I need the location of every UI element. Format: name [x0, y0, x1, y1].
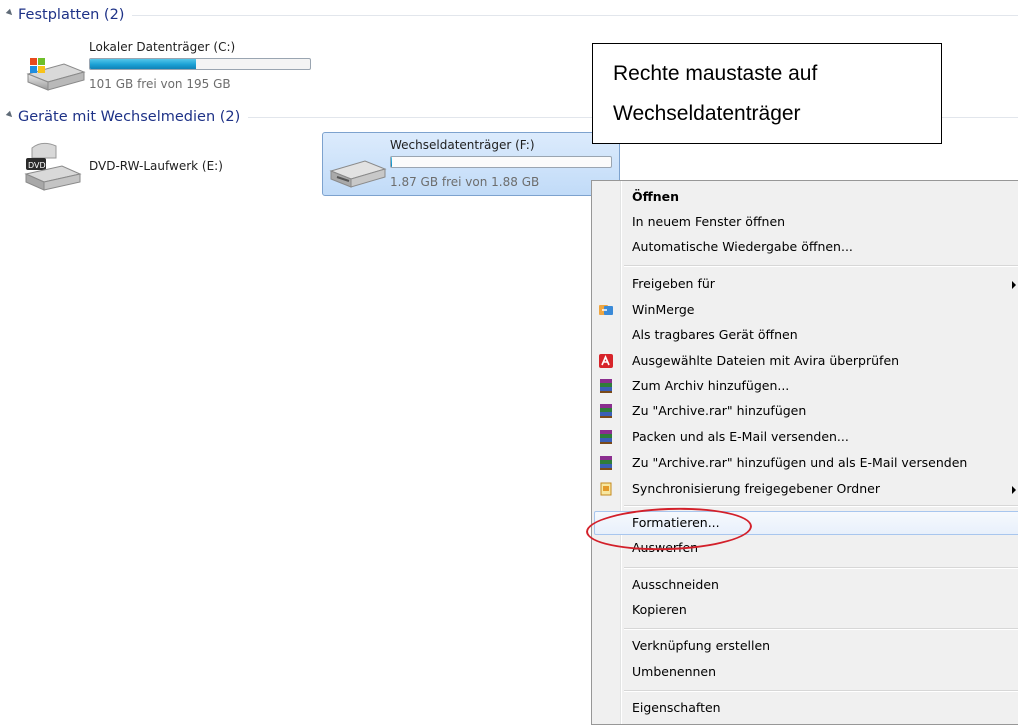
menu-item-label: WinMerge	[632, 302, 695, 317]
dvd-badge: DVD	[28, 161, 46, 170]
menu-item-cut[interactable]: Ausschneiden	[594, 573, 1018, 597]
menu-item-open-new-window[interactable]: In neuem Fenster öffnen	[594, 210, 1018, 234]
drive-free-space: 101 GB frei von 195 GB	[89, 77, 231, 91]
menu-separator	[624, 628, 1018, 630]
menu-item-rename[interactable]: Umbenennen	[594, 660, 1018, 684]
menu-item-properties[interactable]: Eigenschaften	[594, 696, 1018, 720]
drive-name: Wechseldatenträger (F:)	[390, 138, 535, 152]
menu-separator	[624, 690, 1018, 692]
usb-drive-icon	[329, 160, 387, 188]
menu-item-avira-scan[interactable]: Ausgewählte Dateien mit Avira überprüfen	[594, 349, 1018, 373]
menu-separator	[624, 265, 1018, 267]
callout-line-1: Rechte maustaste auf	[613, 62, 818, 85]
disk-usage-fill	[90, 59, 196, 69]
winmerge-icon	[599, 305, 613, 315]
menu-item-label: Ausschneiden	[632, 577, 719, 592]
menu-item-autoplay[interactable]: Automatische Wiedergabe öffnen...	[594, 235, 1018, 259]
menu-item-winmerge[interactable]: WinMerge	[594, 298, 1018, 322]
menu-item-label: Eigenschaften	[632, 700, 721, 715]
menu-item-label: Als tragbares Gerät öffnen	[632, 327, 798, 342]
drive-name: Lokaler Datenträger (C:)	[89, 40, 236, 54]
disk-usage-bar	[390, 156, 612, 168]
menu-item-label: Automatische Wiedergabe öffnen...	[632, 239, 853, 254]
drive-item-removable-f[interactable]: Wechseldatenträger (F:) 1.87 GB frei von…	[322, 132, 620, 196]
drive-free-space: 1.87 GB frei von 1.88 GB	[390, 175, 540, 189]
menu-item-add-to-archive[interactable]: Zum Archiv hinzufügen...	[594, 374, 1018, 398]
menu-item-label: Zu "Archive.rar" hinzufügen	[632, 403, 807, 418]
menu-item-add-rar-and-email[interactable]: Zu "Archive.rar" hinzufügen und als E-Ma…	[594, 451, 1018, 475]
sync-folder-icon	[600, 482, 612, 496]
drive-name: DVD-RW-Laufwerk (E:)	[89, 159, 223, 173]
menu-item-label: Verknüpfung erstellen	[632, 638, 771, 653]
menu-item-share-with[interactable]: Freigeben für	[594, 272, 1018, 296]
menu-item-open[interactable]: Öffnen	[594, 185, 1018, 209]
menu-separator	[624, 567, 1018, 569]
winrar-icon	[600, 430, 612, 444]
menu-item-label: Packen und als E-Mail versenden...	[632, 429, 849, 444]
submenu-arrow-icon	[1012, 281, 1016, 289]
menu-item-label: Freigeben für	[632, 276, 715, 291]
menu-item-copy[interactable]: Kopieren	[594, 598, 1018, 622]
menu-item-sync-shared-folders[interactable]: Synchronisierung freigegebener Ordner	[594, 477, 1018, 501]
callout-line-2: Wechseldatenträger	[613, 102, 801, 125]
hard-drive-icon	[26, 58, 86, 91]
context-menu: Öffnen In neuem Fenster öffnen Automatis…	[591, 180, 1018, 725]
menu-item-open-portable[interactable]: Als tragbares Gerät öffnen	[594, 323, 1018, 347]
group-title: Geräte mit Wechselmedien (2)	[18, 106, 249, 128]
drive-item-dvd-e[interactable]: DVD DVD-RW-Laufwerk (E:)	[0, 130, 310, 200]
menu-separator	[624, 505, 1018, 507]
menu-item-label: Umbenennen	[632, 664, 717, 679]
avira-icon	[599, 354, 613, 368]
disk-usage-bar	[89, 58, 311, 70]
menu-item-label: In neuem Fenster öffnen	[632, 214, 786, 229]
winrar-icon	[600, 379, 612, 393]
menu-item-label: Synchronisierung freigegebener Ordner	[632, 481, 880, 496]
winrar-icon	[600, 404, 612, 418]
menu-item-add-to-archive-rar[interactable]: Zu "Archive.rar" hinzufügen	[594, 399, 1018, 423]
annotation-callout: Rechte maustaste auf Wechseldatenträger	[592, 43, 942, 144]
menu-item-label: Kopieren	[632, 602, 687, 617]
menu-item-label: Zum Archiv hinzufügen...	[632, 378, 790, 393]
menu-item-label: Ausgewählte Dateien mit Avira überprüfen	[632, 353, 900, 368]
submenu-arrow-icon	[1012, 486, 1016, 494]
drive-item-local-c[interactable]: Lokaler Datenträger (C:) 101 GB frei von…	[0, 0, 330, 100]
menu-item-label: Zu "Archive.rar" hinzufügen und als E-Ma…	[632, 455, 968, 470]
menu-item-create-shortcut[interactable]: Verknüpfung erstellen	[594, 634, 1018, 658]
menu-item-pack-and-email[interactable]: Packen und als E-Mail versenden...	[594, 425, 1018, 449]
winrar-icon	[600, 456, 612, 470]
menu-item-label: Öffnen	[632, 189, 680, 204]
disk-usage-fill	[391, 157, 393, 167]
dvd-drive-icon: DVD	[24, 142, 82, 191]
collapse-triangle-icon[interactable]	[5, 110, 15, 120]
